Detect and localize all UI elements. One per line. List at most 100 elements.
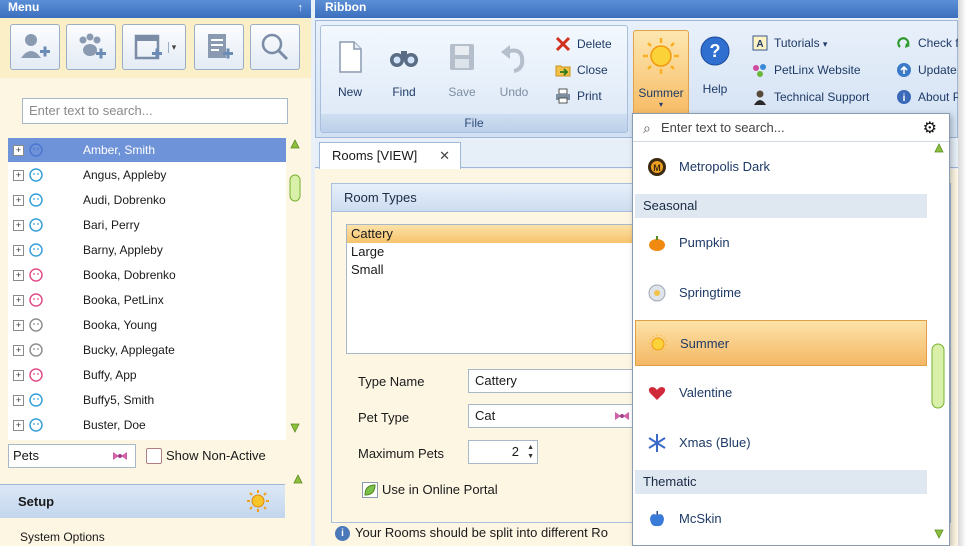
new-document-icon: [339, 41, 362, 73]
list-item[interactable]: + Buster, Doe: [8, 413, 286, 437]
skin-group-header: Seasonal: [635, 194, 927, 218]
petlinx-website-link[interactable]: PetLinx Website: [752, 60, 869, 87]
room-type-item[interactable]: Small: [347, 261, 645, 279]
list-item[interactable]: + Amber, Smith: [8, 138, 286, 162]
pin-icon[interactable]: ↑: [298, 1, 304, 15]
type-name-input[interactable]: Cattery: [468, 369, 638, 393]
list-item[interactable]: + Barny, Appleby: [8, 238, 286, 262]
search-button[interactable]: [250, 24, 300, 70]
heart-icon: [647, 383, 667, 403]
expand-icon[interactable]: +: [13, 345, 24, 356]
show-non-active-checkbox[interactable]: [146, 448, 162, 464]
delete-button[interactable]: Delete: [555, 34, 612, 54]
new-button[interactable]: New: [329, 40, 371, 99]
file-group: New Find Save Undo Delete Close Print Fi…: [320, 25, 628, 133]
skin-item[interactable]: Pumpkin: [635, 220, 927, 266]
undo-icon: [501, 45, 525, 73]
add-invoice-button[interactable]: [194, 24, 244, 70]
expand-icon[interactable]: +: [13, 320, 24, 331]
list-item[interactable]: + Buffy, App: [8, 363, 286, 387]
expand-icon[interactable]: +: [13, 145, 24, 156]
delete-label: Delete: [577, 37, 612, 51]
pet-filter-select[interactable]: Pets: [8, 444, 136, 468]
skin-item[interactable]: Valentine: [635, 370, 927, 416]
support-person-icon: [754, 90, 766, 105]
menu-panel: Menu ↑ ▾ Enter text to search... + Amber,…: [0, 0, 311, 546]
list-item[interactable]: + Booka, Young: [8, 313, 286, 337]
expand-icon[interactable]: +: [13, 195, 24, 206]
use-in-online-portal-checkbox[interactable]: Use in Online Portal: [362, 482, 498, 498]
pet-face-icon: [29, 316, 43, 340]
list-item[interactable]: + Booka, PetLinx: [8, 288, 286, 312]
expand-icon[interactable]: +: [13, 220, 24, 231]
springtime-icon: [647, 283, 667, 303]
skin-item[interactable]: M Metropolis Dark: [635, 144, 927, 190]
ribbon-title: Ribbon: [325, 0, 367, 14]
find-button[interactable]: Find: [383, 40, 425, 99]
scroll-up-icon[interactable]: [292, 474, 304, 484]
list-item[interactable]: + Bari, Perry: [8, 213, 286, 237]
skin-item-label: Summer: [680, 336, 730, 351]
skin-item[interactable]: Summer: [635, 320, 927, 366]
pet-name: Booka, Young: [83, 318, 158, 332]
list-item[interactable]: + Angus, Appleby: [8, 163, 286, 187]
spin-arrows-icon[interactable]: ▲ ▼: [527, 443, 534, 461]
skin-item[interactable]: McSkin: [635, 496, 927, 542]
pet-name: Buffy, App: [83, 368, 137, 382]
skin-dropdown: ⌕ Enter text to search... ⚙ M Metropolis …: [632, 113, 950, 546]
magnifier-icon: [261, 33, 289, 61]
list-item[interactable]: + Audi, Dobrenko: [8, 188, 286, 212]
skin-item[interactable]: Xmas (Blue): [635, 420, 927, 466]
about-button[interactable]: i About P: [896, 87, 958, 114]
list-item[interactable]: + Booka, Dobrenko: [8, 263, 286, 287]
expand-icon[interactable]: +: [13, 270, 24, 281]
maximum-pets-stepper[interactable]: 2 ▲ ▼: [468, 440, 538, 464]
room-type-item[interactable]: Large: [347, 243, 645, 261]
check-updates-button[interactable]: Check f: [896, 33, 958, 60]
setup-section[interactable]: Setup: [0, 484, 285, 518]
expand-icon[interactable]: +: [13, 420, 24, 431]
add-client-button[interactable]: [10, 24, 60, 70]
gear-icon[interactable]: ⚙: [923, 118, 937, 138]
list-item[interactable]: + Bucky, Applegate: [8, 338, 286, 362]
add-pet-icon: [79, 33, 106, 59]
add-pet-button[interactable]: [66, 24, 116, 70]
list-item[interactable]: + Buffy5, Smith: [8, 388, 286, 412]
pet-face-icon: [29, 216, 43, 240]
close-button[interactable]: Close: [555, 60, 608, 80]
pet-type-select[interactable]: Cat: [468, 404, 638, 428]
menu-search-input[interactable]: Enter text to search...: [22, 98, 288, 124]
tab-rooms-view[interactable]: Rooms [VIEW] ✕: [319, 142, 461, 169]
file-group-label: File: [321, 114, 627, 132]
skin-item-label: Metropolis Dark: [679, 159, 771, 174]
skin-item[interactable]: Springtime: [635, 270, 927, 316]
expand-icon[interactable]: +: [13, 295, 24, 306]
add-booking-button[interactable]: ▾: [122, 24, 186, 70]
system-options-item[interactable]: System Options: [20, 530, 105, 544]
help-button[interactable]: ? Help: [694, 35, 736, 96]
technical-support-link[interactable]: Technical Support: [752, 87, 869, 114]
expand-icon[interactable]: +: [13, 245, 24, 256]
room-types-list[interactable]: Cattery Large Small: [346, 224, 646, 354]
undo-button[interactable]: Undo: [493, 40, 535, 99]
dropdown-arrow-icon[interactable]: ▾: [167, 41, 176, 53]
close-tab-icon[interactable]: ✕: [439, 143, 450, 169]
expand-icon[interactable]: +: [13, 170, 24, 181]
skin-search-input[interactable]: ⌕ Enter text to search... ⚙: [633, 114, 949, 142]
update-button[interactable]: Update: [896, 60, 958, 87]
maximum-pets-label: Maximum Pets: [358, 446, 444, 461]
save-button[interactable]: Save: [441, 40, 483, 99]
tutorials-button[interactable]: A Tutorials ▾: [752, 33, 869, 60]
pet-name: Booka, PetLinx: [83, 293, 164, 307]
pet-name: Angus, Appleby: [83, 168, 167, 182]
menu-title: Menu: [8, 0, 40, 14]
room-type-item[interactable]: Cattery: [347, 225, 645, 243]
pets-list-scrollbar[interactable]: [288, 138, 302, 440]
skin-item-label: Pumpkin: [679, 235, 730, 250]
expand-icon[interactable]: +: [13, 395, 24, 406]
expand-icon[interactable]: +: [13, 370, 24, 381]
print-button[interactable]: Print: [555, 86, 602, 106]
help-label: Help: [702, 82, 728, 96]
skin-list-scrollbar[interactable]: [929, 142, 949, 545]
update-icon: [897, 63, 911, 77]
